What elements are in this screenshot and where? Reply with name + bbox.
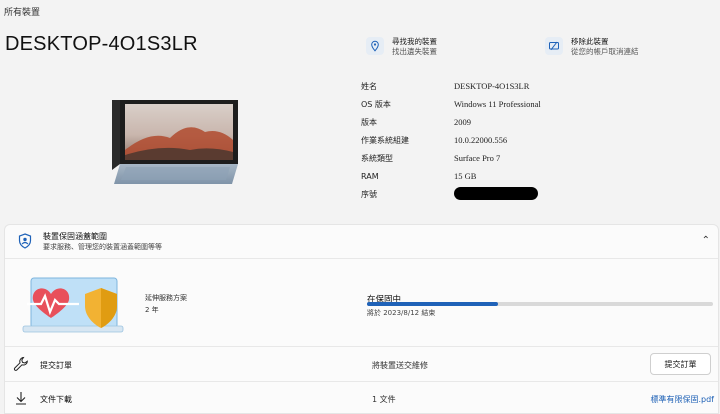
spec-row: 系統類型 Surface Pro 7 [361, 149, 541, 167]
spec-label: 姓名 [361, 81, 377, 91]
spec-value: DESKTOP-4O1S3LR [454, 81, 530, 91]
submit-order-button[interactable]: 提交訂單 [650, 353, 711, 375]
submit-order-label: 提交訂單 [40, 361, 72, 370]
warranty-progress-bar [367, 302, 713, 306]
health-shield-illustration [21, 274, 133, 340]
spec-value: 10.0.22000.556 [454, 135, 508, 145]
coverage-header[interactable]: 裝置保固涵蓋範圍 要求服務、管理您的裝置涵蓋範圍等等 ⌃ [5, 225, 718, 259]
plan-name: 延伸服務方案 [145, 294, 187, 302]
spec-row: OS 版本 Windows 11 Professional [361, 95, 541, 113]
spec-row: RAM 15 GB [361, 167, 541, 185]
warranty-status-section: 延伸服務方案 2 年 在保固中 將於 2023/8/12 結束 [5, 260, 718, 347]
coverage-subtitle: 要求服務、管理您的裝置涵蓋範圍等等 [43, 243, 162, 251]
remove-device-button[interactable]: 移除此裝置 從您的帳戶取消連結 [545, 37, 639, 57]
spec-label: RAM [361, 171, 379, 181]
spec-value: 15 GB [454, 171, 477, 181]
device-image [110, 100, 242, 190]
remove-device-title: 移除此裝置 [571, 37, 609, 46]
warranty-end-date: 將於 2023/8/12 結束 [367, 309, 436, 317]
location-icon [366, 37, 384, 55]
wrench-icon [13, 356, 29, 376]
breadcrumb[interactable]: 所有裝置 [4, 5, 40, 18]
document-download-label: 文件下載 [40, 395, 72, 404]
spec-value: Surface Pro 7 [454, 153, 501, 163]
device-specs: 姓名 DESKTOP-4O1S3LR OS 版本 Windows 11 Profes… [361, 77, 541, 203]
chevron-up-icon[interactable]: ⌃ [702, 235, 710, 246]
find-my-device-button[interactable]: 尋找我的裝置 找出遺失裝置 [366, 37, 437, 57]
spec-row: 姓名 DESKTOP-4O1S3LR [361, 77, 541, 95]
document-count: 1 文件 [372, 395, 396, 404]
submit-order-description: 將裝置送交維修 [372, 361, 428, 370]
spec-row: 版本 2009 [361, 113, 541, 131]
find-device-title: 尋找我的裝置 [392, 37, 437, 46]
submit-order-row: 提交訂單 將裝置送交維修 提交訂單 [5, 348, 718, 382]
remove-device-subtitle: 從您的帳戶取消連結 [571, 47, 639, 56]
spec-row: 序號 [361, 185, 541, 203]
page-title: DESKTOP-4O1S3LR [5, 33, 198, 55]
shield-person-icon [17, 233, 33, 253]
coverage-title: 裝置保固涵蓋範圍 [43, 232, 107, 241]
warranty-pdf-link[interactable]: 標準有限保固.pdf [650, 394, 714, 405]
unlink-device-icon [545, 37, 563, 55]
spec-row: 作業系統組建 10.0.22000.556 [361, 131, 541, 149]
document-download-row: 文件下載 1 文件 標準有限保固.pdf [5, 382, 718, 414]
spec-label: OS 版本 [361, 99, 391, 109]
spec-value: 2009 [454, 117, 471, 127]
warranty-progress-fill [367, 302, 499, 306]
spec-value: Windows 11 Professional [454, 99, 541, 109]
spec-label: 版本 [361, 117, 377, 127]
plan-duration: 2 年 [145, 306, 159, 314]
spec-label: 序號 [361, 189, 377, 199]
serial-redaction [454, 186, 538, 202]
spec-label: 作業系統組建 [361, 135, 409, 145]
warranty-card: 裝置保固涵蓋範圍 要求服務、管理您的裝置涵蓋範圍等等 ⌃ 延伸服務方案 2 年 … [4, 224, 719, 414]
download-icon [13, 390, 29, 410]
spec-label: 系統類型 [361, 153, 393, 163]
find-device-subtitle: 找出遺失裝置 [392, 47, 437, 56]
